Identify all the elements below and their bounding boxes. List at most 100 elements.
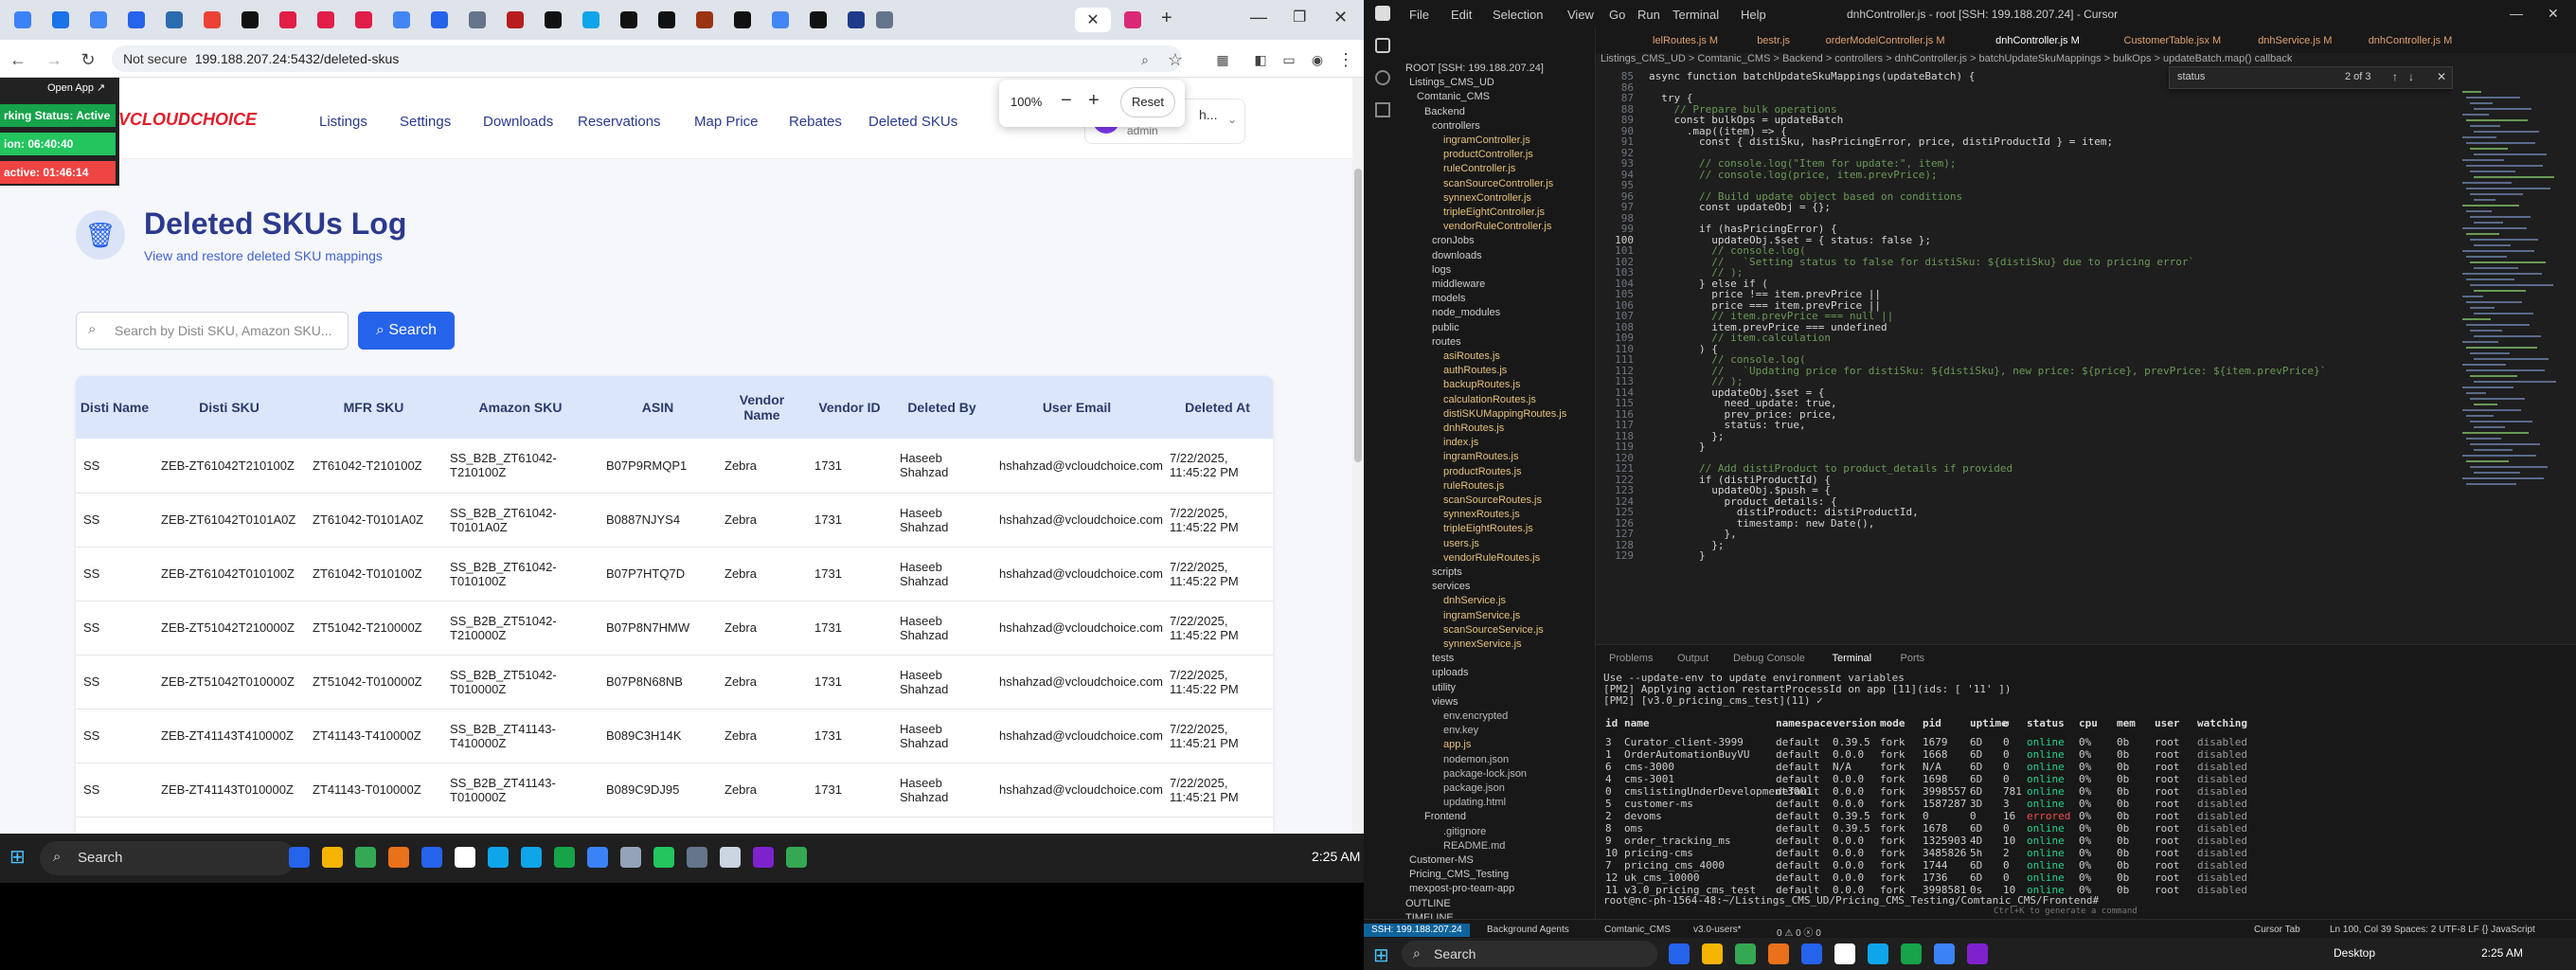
tab[interactable]: [871, 8, 898, 32]
file-tree-item[interactable]: Comtanic_CMS: [1417, 91, 1490, 102]
editor-tab[interactable]: lelRoutes.js M: [1653, 35, 1718, 46]
app-icon[interactable]: [521, 847, 542, 868]
tab[interactable]: [350, 8, 377, 32]
file-tree-item[interactable]: scanSourceController.js: [1443, 178, 1553, 189]
file-tree-item[interactable]: Pricing_CMS_Testing: [1409, 869, 1509, 880]
back-icon[interactable]: ←: [8, 49, 28, 70]
file-tree-item[interactable]: ROOT [SSH: 199.188.207.24]: [1405, 63, 1544, 74]
nav-downloads[interactable]: Downloads: [483, 114, 553, 130]
chrome-icon[interactable]: [1735, 943, 1756, 964]
new-tab-icon[interactable]: +: [1161, 8, 1172, 29]
arrow-down-icon[interactable]: ↓: [2408, 70, 2414, 83]
app-icon[interactable]: [720, 847, 741, 868]
status-item[interactable]: v3.0-users*: [1693, 925, 1742, 935]
chrome-icon[interactable]: [355, 847, 376, 868]
file-tree-item[interactable]: ruleRoutes.js: [1443, 480, 1504, 492]
panel-tab[interactable]: Problems: [1609, 653, 1653, 664]
panel-tab[interactable]: Debug Console: [1733, 653, 1805, 664]
tab[interactable]: [199, 8, 225, 32]
file-tree-item[interactable]: vendorRuleRoutes.js: [1443, 552, 1540, 564]
file-tree-item[interactable]: tripleEightRoutes.js: [1443, 523, 1533, 534]
zoom-reset-button[interactable]: Reset: [1120, 87, 1175, 117]
menu-kebab-icon[interactable]: ⋮: [1335, 49, 1356, 70]
nav-reservations[interactable]: Reservations: [578, 114, 661, 130]
file-tree-item[interactable]: distiSKUMappingRoutes.js: [1443, 408, 1566, 420]
desktop-label[interactable]: Desktop: [2334, 946, 2375, 960]
menu-item[interactable]: Run: [1637, 8, 1660, 22]
url-field[interactable]: Not secure 199.188.207.24:5432/deleted-sk…: [112, 45, 1182, 72]
file-tree-item[interactable]: Backend: [1424, 106, 1465, 117]
active-tab[interactable]: ✕: [1075, 8, 1111, 32]
app-icon[interactable]: [488, 847, 509, 868]
file-tree-item[interactable]: utility: [1432, 682, 1456, 693]
window-close-icon[interactable]: ✕: [1333, 8, 1348, 27]
reload-icon[interactable]: ↻: [78, 49, 98, 70]
table-row[interactable]: SS ZEB-ZT51042T210000Z ZT51042-T210000Z SS_…: [76, 601, 1273, 656]
file-tree-item[interactable]: public: [1432, 322, 1459, 333]
zoom-icon[interactable]: ⌕: [1135, 49, 1155, 70]
file-tree-item[interactable]: tests: [1432, 653, 1454, 664]
file-tree-item[interactable]: ruleController.js: [1443, 163, 1515, 174]
file-tree-item[interactable]: package-lock.json: [1443, 768, 1527, 780]
file-tree-item[interactable]: uploads: [1432, 667, 1469, 678]
file-explorer-icon[interactable]: [1702, 943, 1723, 964]
tab[interactable]: [1119, 8, 1146, 32]
zoom-app-icon[interactable]: [421, 847, 442, 868]
file-tree-item[interactable]: package.json: [1443, 782, 1505, 794]
file-tree-item[interactable]: authRoutes.js: [1443, 365, 1507, 376]
window-close-icon[interactable]: ✕: [2548, 6, 2559, 22]
tab[interactable]: [805, 8, 832, 32]
arrow-up-icon[interactable]: ↑: [2392, 70, 2398, 83]
page-scrollbar[interactable]: [1352, 78, 1364, 834]
task-view-icon[interactable]: [1669, 943, 1690, 964]
file-tree-item[interactable]: calculationRoutes.js: [1443, 394, 1536, 405]
file-tree-item[interactable]: asiRoutes.js: [1443, 350, 1500, 362]
tab[interactable]: [47, 8, 74, 32]
bookmark-star-icon[interactable]: ☆: [1165, 49, 1186, 70]
file-tree-item[interactable]: cronJobs: [1432, 235, 1475, 246]
panel-tab[interactable]: Terminal: [1833, 653, 1872, 664]
nav-rebates[interactable]: Rebates: [789, 114, 842, 130]
menu-item[interactable]: Help: [1741, 8, 1766, 22]
app-icon[interactable]: [653, 847, 674, 868]
file-tree-item[interactable]: Listings_CMS_UD: [1409, 77, 1494, 88]
file-tree-item[interactable]: index.js: [1443, 437, 1478, 448]
site-logo[interactable]: VCLOUDCHOICE: [118, 110, 257, 130]
status-item[interactable]: 0 ⚠ 0 ⓧ 0: [1777, 925, 1821, 939]
taskbar-search[interactable]: ⌕ Search: [1402, 941, 1657, 967]
tab[interactable]: [85, 8, 112, 32]
file-tree-item[interactable]: views: [1432, 696, 1458, 708]
file-tree-item[interactable]: logs: [1432, 264, 1451, 276]
close-icon[interactable]: ✕: [2437, 70, 2446, 83]
editor-tab[interactable]: CustomerTable.jsx M: [2124, 35, 2222, 46]
file-tree-item[interactable]: scripts: [1432, 566, 1462, 578]
file-tree-item[interactable]: backupRoutes.js: [1443, 379, 1520, 390]
extensions-puzzle-icon[interactable]: ◧: [1250, 49, 1271, 70]
tab[interactable]: [691, 8, 718, 32]
tab[interactable]: [540, 8, 566, 32]
app-icon[interactable]: [455, 847, 475, 868]
tab[interactable]: [729, 8, 756, 32]
file-tree-item[interactable]: nodemon.json: [1443, 754, 1509, 765]
file-tree-item[interactable]: Customer-MS: [1409, 854, 1474, 866]
file-tree-item[interactable]: node_modules: [1432, 307, 1500, 318]
file-tree-item[interactable]: ingramController.js: [1443, 135, 1530, 146]
onenote-icon[interactable]: [753, 847, 774, 868]
table-row[interactable]: SS ZEB-ZT51042T010000Z ZT51042-T010000Z SS_…: [76, 655, 1273, 710]
forward-icon[interactable]: →: [44, 49, 64, 70]
menu-item[interactable]: Edit: [1451, 8, 1472, 22]
cursor-position[interactable]: Ln 100, Col 39 Spaces: 2 UTF-8 LF {} Jav…: [2330, 925, 2535, 935]
vscode-icon[interactable]: [587, 847, 608, 868]
tab[interactable]: [843, 8, 869, 32]
app-icon[interactable]: [620, 847, 641, 868]
zoom-out-button[interactable]: −: [1061, 90, 1072, 112]
file-tree-item[interactable]: tripleEightController.js: [1443, 207, 1545, 218]
tab[interactable]: [578, 8, 604, 32]
file-tree-item[interactable]: env.encrypted: [1443, 710, 1508, 722]
tab[interactable]: [161, 8, 188, 32]
scrollbar-thumb[interactable]: [1354, 169, 1362, 462]
file-tree-item[interactable]: downloads: [1432, 250, 1482, 261]
vscode-icon[interactable]: [1934, 943, 1955, 964]
taskbar-search[interactable]: ⌕ Search: [40, 841, 295, 875]
tab[interactable]: [123, 8, 150, 32]
